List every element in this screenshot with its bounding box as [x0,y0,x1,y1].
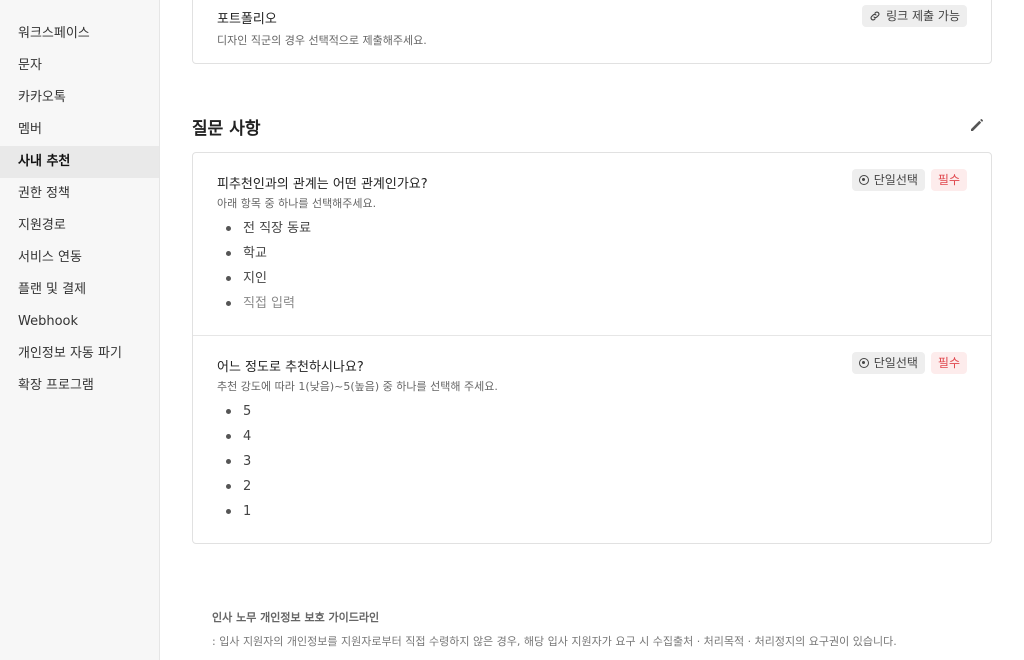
option-label: 지인 [243,271,267,286]
sidebar-item-workspace[interactable]: 워크스페이스 [0,18,159,50]
option-list: 5 4 3 2 1 [217,399,251,524]
bullet-icon [226,251,231,256]
free-input-option: 직접 입력 [243,296,295,311]
bullet-icon [226,434,231,439]
single-choice-label: 단일선택 [873,173,918,187]
sidebar-menu: 워크스페이스 문자 카카오톡 멤버 사내 추천 권한 정책 지원경로 서비스 연… [0,0,159,402]
sidebar-item-sms[interactable]: 문자 [0,50,159,82]
bullet-icon [226,226,231,231]
single-choice-label: 단일선택 [873,356,918,370]
list-item: 직접 입력 [217,291,311,316]
portfolio-badges: 링크 제출 가능 [862,5,967,27]
question-title: 어느 정도로 추천하시나요? [217,360,364,375]
bullet-icon [226,509,231,514]
link-submit-label: 링크 제출 가능 [886,9,960,23]
option-label: 학교 [243,246,267,261]
single-choice-badge: 단일선택 [851,169,925,191]
radio-icon [858,175,869,185]
bullet-icon [226,484,231,489]
list-item: 3 [217,449,251,474]
bullet-icon [226,301,231,306]
single-choice-badge: 단일선택 [851,352,925,374]
sidebar-item-data-retention[interactable]: 개인정보 자동 파기 [0,338,159,370]
guideline-title: 인사 노무 개인정보 보호 가이드라인 [212,611,380,624]
option-label: 전 직장 동료 [243,221,312,236]
divider [193,335,991,336]
list-item: 1 [217,499,251,524]
question-title: 피추천인과의 관계는 어떤 관계인가요? [217,177,428,192]
required-badge: 필수 [930,352,967,374]
option-label: 4 [243,429,252,444]
bullet-icon [226,276,231,281]
sidebar-item-extensions[interactable]: 확장 프로그램 [0,370,159,402]
sidebar-item-sources[interactable]: 지원경로 [0,210,159,242]
questions-card: 피추천인과의 관계는 어떤 관계인가요? 아래 항목 중 하나를 선택해주세요.… [192,152,992,544]
sidebar-item-permissions[interactable]: 권한 정책 [0,178,159,210]
questions-section-title: 질문 사항 [192,119,261,139]
question-badges: 단일선택 필수 [851,352,967,374]
option-label: 1 [243,504,252,519]
bullet-icon [226,459,231,464]
pencil-icon[interactable] [968,116,986,134]
option-label: 3 [243,454,252,469]
list-item: 전 직장 동료 [217,216,311,241]
link-submit-badge: 링크 제출 가능 [862,5,967,27]
sidebar: 워크스페이스 문자 카카오톡 멤버 사내 추천 권한 정책 지원경로 서비스 연… [0,0,160,660]
question-description: 아래 항목 중 하나를 선택해주세요. [217,197,377,210]
link-icon [869,10,881,22]
option-label: 5 [243,404,252,419]
list-item: 학교 [217,241,311,266]
radio-icon [858,358,869,368]
list-item: 5 [217,399,251,424]
sidebar-item-webhook[interactable]: Webhook [0,306,159,338]
question-badges: 단일선택 필수 [851,169,967,191]
sidebar-item-billing[interactable]: 플랜 및 결제 [0,274,159,306]
portfolio-title: 포트폴리오 [217,12,277,27]
portfolio-card: 포트폴리오 디자인 직군의 경우 선택적으로 제출해주세요. 링크 제출 가능 [192,0,992,64]
option-list: 전 직장 동료 학교 지인 직접 입력 [217,216,311,316]
main-content: 포트폴리오 디자인 직군의 경우 선택적으로 제출해주세요. 링크 제출 가능 … [160,0,1024,660]
sidebar-item-members[interactable]: 멤버 [0,114,159,146]
list-item: 지인 [217,266,311,291]
sidebar-item-referral[interactable]: 사내 추천 [0,146,159,178]
bullet-icon [226,409,231,414]
list-item: 2 [217,474,251,499]
required-badge: 필수 [930,169,967,191]
guideline-text: : 입사 지원자의 개인정보를 지원자로부터 직접 수령하지 않은 경우, 해당… [212,635,897,648]
sidebar-item-integrations[interactable]: 서비스 연동 [0,242,159,274]
portfolio-description: 디자인 직군의 경우 선택적으로 제출해주세요. [217,34,427,47]
sidebar-item-kakaotalk[interactable]: 카카오톡 [0,82,159,114]
list-item: 4 [217,424,251,449]
question-description: 추천 강도에 따라 1(낮음)~5(높음) 중 하나를 선택해 주세요. [217,380,498,393]
option-label: 2 [243,479,252,494]
